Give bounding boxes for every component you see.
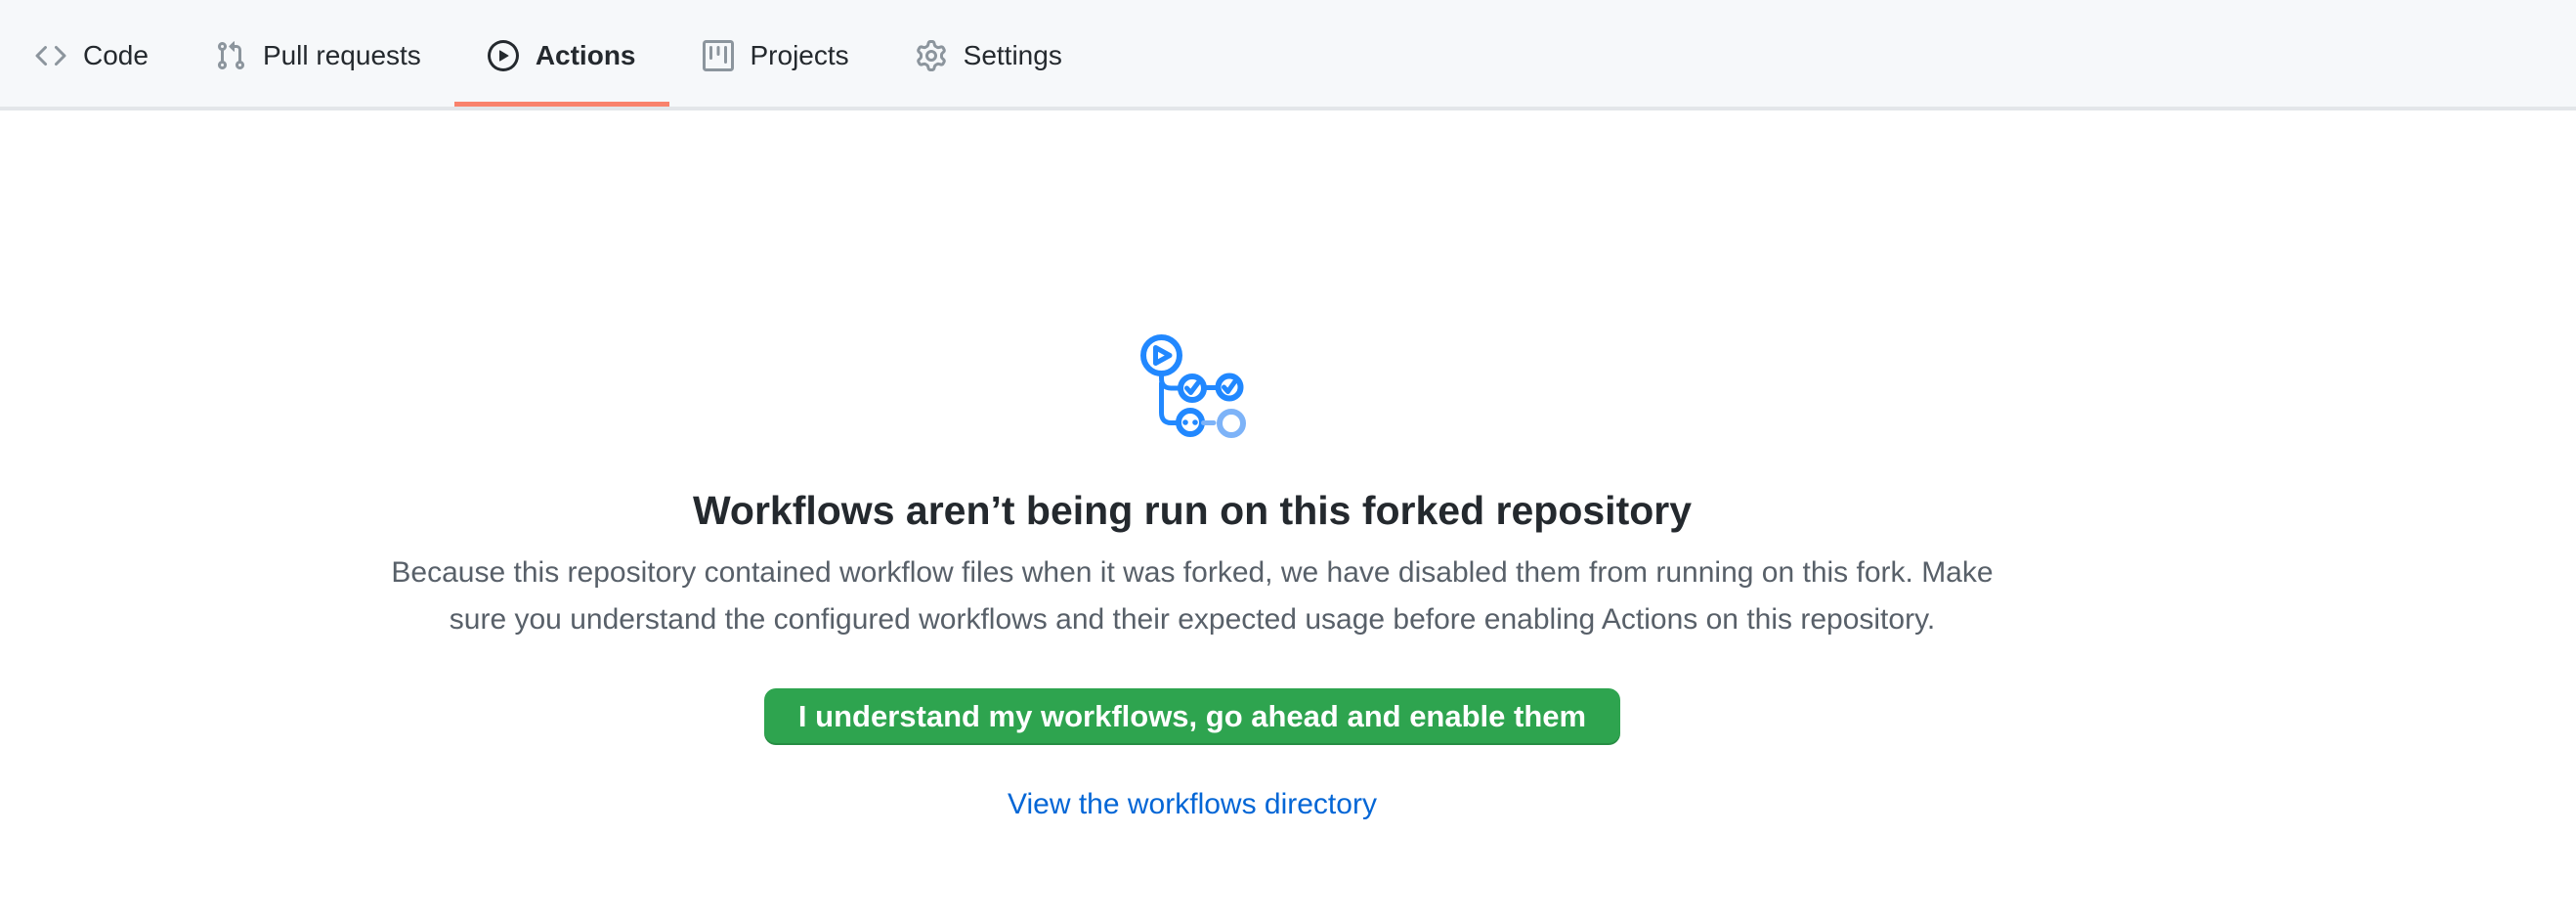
enable-workflows-button[interactable]: I understand my workflows, go ahead and … xyxy=(764,688,1620,745)
actions-disabled-panel: Workflows aren’t being run on this forke… xyxy=(0,110,2576,821)
tab-pull-requests-label: Pull requests xyxy=(263,42,421,69)
link-row: View the workflows directory xyxy=(0,788,2384,821)
tab-pull-requests[interactable]: Pull requests xyxy=(182,0,454,107)
play-icon xyxy=(488,40,519,71)
repo-tab-bar: Code Pull requests Actions Projects Sett… xyxy=(0,0,2576,110)
workflow-graph-icon xyxy=(0,330,2384,446)
project-icon xyxy=(703,40,734,71)
tab-projects-label: Projects xyxy=(751,42,849,69)
blankslate: Workflows aren’t being run on this forke… xyxy=(0,110,2384,821)
gear-icon xyxy=(916,40,947,71)
tab-actions-label: Actions xyxy=(536,42,636,69)
tab-code-label: Code xyxy=(83,42,149,69)
tab-code[interactable]: Code xyxy=(2,0,182,107)
tab-actions[interactable]: Actions xyxy=(454,0,669,107)
tab-settings[interactable]: Settings xyxy=(882,0,1095,107)
blankslate-description: Because this repository contained workfl… xyxy=(391,549,1994,643)
code-icon xyxy=(35,40,66,71)
view-workflows-directory-link[interactable]: View the workflows directory xyxy=(1008,788,1377,820)
git-pull-request-icon xyxy=(215,40,246,71)
tab-projects[interactable]: Projects xyxy=(669,0,882,107)
tab-settings-label: Settings xyxy=(964,42,1062,69)
blankslate-heading: Workflows aren’t being run on this forke… xyxy=(0,485,2384,536)
